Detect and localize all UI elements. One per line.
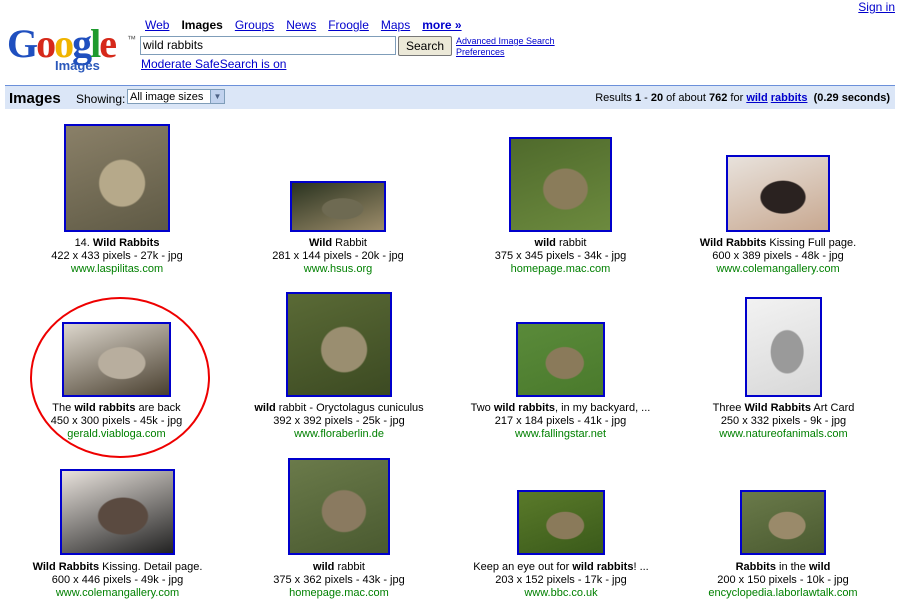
logo-letter: e xyxy=(99,21,117,66)
safesearch-link[interactable]: Moderate SafeSearch is on xyxy=(141,57,286,71)
chevron-down-icon[interactable]: ▼ xyxy=(210,90,224,103)
result-site-link[interactable]: www.floraberlin.de xyxy=(234,428,444,440)
showing-label: Showing: xyxy=(76,92,126,106)
result-site-link[interactable]: homepage.mac.com xyxy=(234,587,444,599)
for-text: for xyxy=(727,92,747,104)
nav-tab-froogle[interactable]: Froogle xyxy=(328,18,369,32)
result-thumbnail[interactable] xyxy=(740,490,826,555)
result-meta: 600 x 389 pixels - 48k - jpg xyxy=(712,250,844,262)
search-button[interactable]: Search xyxy=(398,36,452,56)
result-site-link[interactable]: www.colemangallery.com xyxy=(13,587,223,599)
trademark-symbol: ™ xyxy=(127,34,136,44)
result-site-link[interactable]: encyclopedia.laborlawtalk.com xyxy=(678,587,888,599)
of-about: of about xyxy=(663,92,709,104)
result-thumbnail[interactable] xyxy=(517,490,605,555)
result-site-link[interactable]: www.colemangallery.com xyxy=(673,263,883,275)
result-meta: 250 x 332 pixels - 9k - jpg xyxy=(720,415,847,427)
nav-tab-web[interactable]: Web xyxy=(145,18,169,32)
result-thumbnail[interactable] xyxy=(726,155,830,232)
result-meta: 600 x 446 pixels - 49k - jpg xyxy=(51,574,184,586)
result-thumbnail[interactable] xyxy=(286,292,392,397)
logo-subtitle: Images xyxy=(55,58,100,73)
nav-tab-maps[interactable]: Maps xyxy=(381,18,410,32)
result-caption: Two wild rabbits, in my backyard, ... xyxy=(470,402,651,414)
service-nav: Web Images Groups News Froogle Maps more » xyxy=(145,18,474,32)
result-thumbnail[interactable] xyxy=(288,458,390,555)
result-meta: 375 x 345 pixels - 34k - jpg xyxy=(494,250,627,262)
result-caption: Rabbits in the wild xyxy=(735,561,831,573)
query-term-link[interactable]: wild xyxy=(746,92,767,104)
result-caption: Wild Rabbit xyxy=(309,237,367,249)
sign-in-link[interactable]: Sign in xyxy=(858,0,895,14)
result-meta: 375 x 362 pixels - 43k - jpg xyxy=(273,574,405,586)
result-thumbnail[interactable] xyxy=(509,137,612,232)
result-thumbnail[interactable] xyxy=(64,124,170,232)
result-meta: 217 x 184 pixels - 41k - jpg xyxy=(494,415,627,427)
results-bar-title: Images xyxy=(9,90,61,107)
result-site-link[interactable]: www.bbc.co.uk xyxy=(456,587,666,599)
result-meta: 203 x 152 pixels - 17k - jpg xyxy=(495,574,627,586)
logo-letter: G xyxy=(7,21,38,66)
result-caption: Wild Rabbits Kissing Full page. xyxy=(699,237,857,249)
result-thumbnail[interactable] xyxy=(290,181,386,232)
nav-tab-images[interactable]: Images xyxy=(181,18,222,32)
result-caption: wild rabbit xyxy=(534,237,587,249)
search-input[interactable]: wild rabbits xyxy=(140,36,396,55)
nav-tab-news[interactable]: News xyxy=(286,18,316,32)
search-time: (0.29 seconds) xyxy=(813,92,890,104)
result-caption: wild rabbit - Oryctolagus cuniculus xyxy=(254,402,424,414)
range-end: 20 xyxy=(650,92,664,104)
result-thumbnail[interactable] xyxy=(745,297,822,397)
red-circle-annotation xyxy=(30,297,210,458)
result-site-link[interactable]: www.natureofanimals.com xyxy=(679,428,889,440)
result-meta: 200 x 150 pixels - 10k - jpg xyxy=(717,574,849,586)
result-caption: Wild Rabbits Kissing. Detail page. xyxy=(32,561,203,573)
range-sep: - xyxy=(641,92,651,104)
result-site-link[interactable]: www.fallingstar.net xyxy=(456,428,666,440)
results-count: Results 1 - 20 of about 762 for wild rab… xyxy=(595,92,890,104)
image-size-select-value: All image sizes xyxy=(130,91,204,103)
preferences-link[interactable]: Preferences xyxy=(456,47,555,58)
advanced-links: Advanced Image Search Preferences xyxy=(456,36,555,58)
result-site-link[interactable]: www.hsus.org xyxy=(233,263,443,275)
result-meta: 281 x 144 pixels - 20k - jpg xyxy=(272,250,404,262)
advanced-image-search-link[interactable]: Advanced Image Search xyxy=(456,36,555,47)
results-bar: Images Showing: All image sizes ▼ Result… xyxy=(5,85,895,109)
nav-tab-more[interactable]: more » xyxy=(422,18,461,32)
query-term-link[interactable]: rabbits xyxy=(771,92,808,104)
result-site-link[interactable]: homepage.mac.com xyxy=(456,263,666,275)
result-caption: Keep an eye out for wild rabbits! ... xyxy=(473,561,649,573)
result-meta: 392 x 392 pixels - 25k - jpg xyxy=(273,415,405,427)
image-size-select[interactable]: All image sizes ▼ xyxy=(127,89,225,104)
result-thumbnail[interactable] xyxy=(60,469,175,555)
result-caption: 14. Wild Rabbits xyxy=(74,237,160,249)
logo-letter: o xyxy=(36,21,56,66)
total-results: 762 xyxy=(709,92,728,104)
google-images-logo[interactable]: Google ™ Images xyxy=(7,21,136,76)
result-caption: Three Wild Rabbits Art Card xyxy=(712,402,855,414)
result-site-link[interactable]: www.laspilitas.com xyxy=(12,263,222,275)
result-meta: 422 x 433 pixels - 27k - jpg xyxy=(51,250,183,262)
result-caption: wild rabbit xyxy=(313,561,365,573)
results-prefix: Results xyxy=(595,92,635,104)
nav-tab-groups[interactable]: Groups xyxy=(235,18,274,32)
result-thumbnail[interactable] xyxy=(516,322,605,397)
